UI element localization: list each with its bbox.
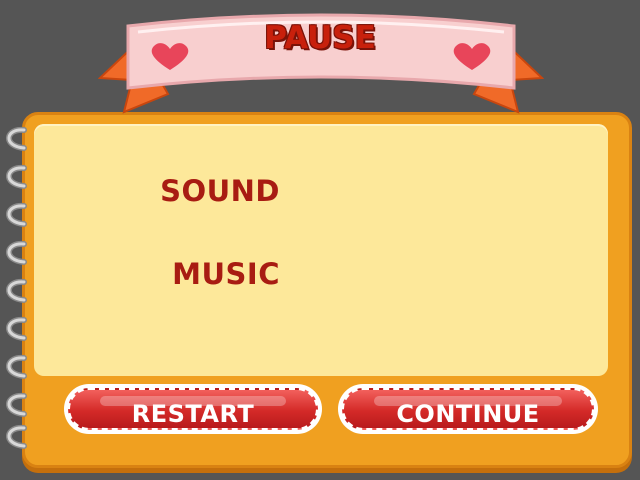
restart-button[interactable]: RESTART [64, 384, 322, 434]
continue-button-label: CONTINUE [396, 400, 540, 428]
pause-title: PAUSE [264, 20, 376, 56]
restart-button-label: RESTART [131, 400, 255, 428]
dialog-paper [34, 124, 608, 376]
music-option-label[interactable]: MUSIC [100, 257, 280, 291]
continue-button[interactable]: CONTINUE [338, 384, 598, 434]
sound-option-label[interactable]: SOUND [100, 174, 280, 208]
spiral-binding [6, 126, 27, 449]
spiral-ring-icon [6, 126, 27, 449]
